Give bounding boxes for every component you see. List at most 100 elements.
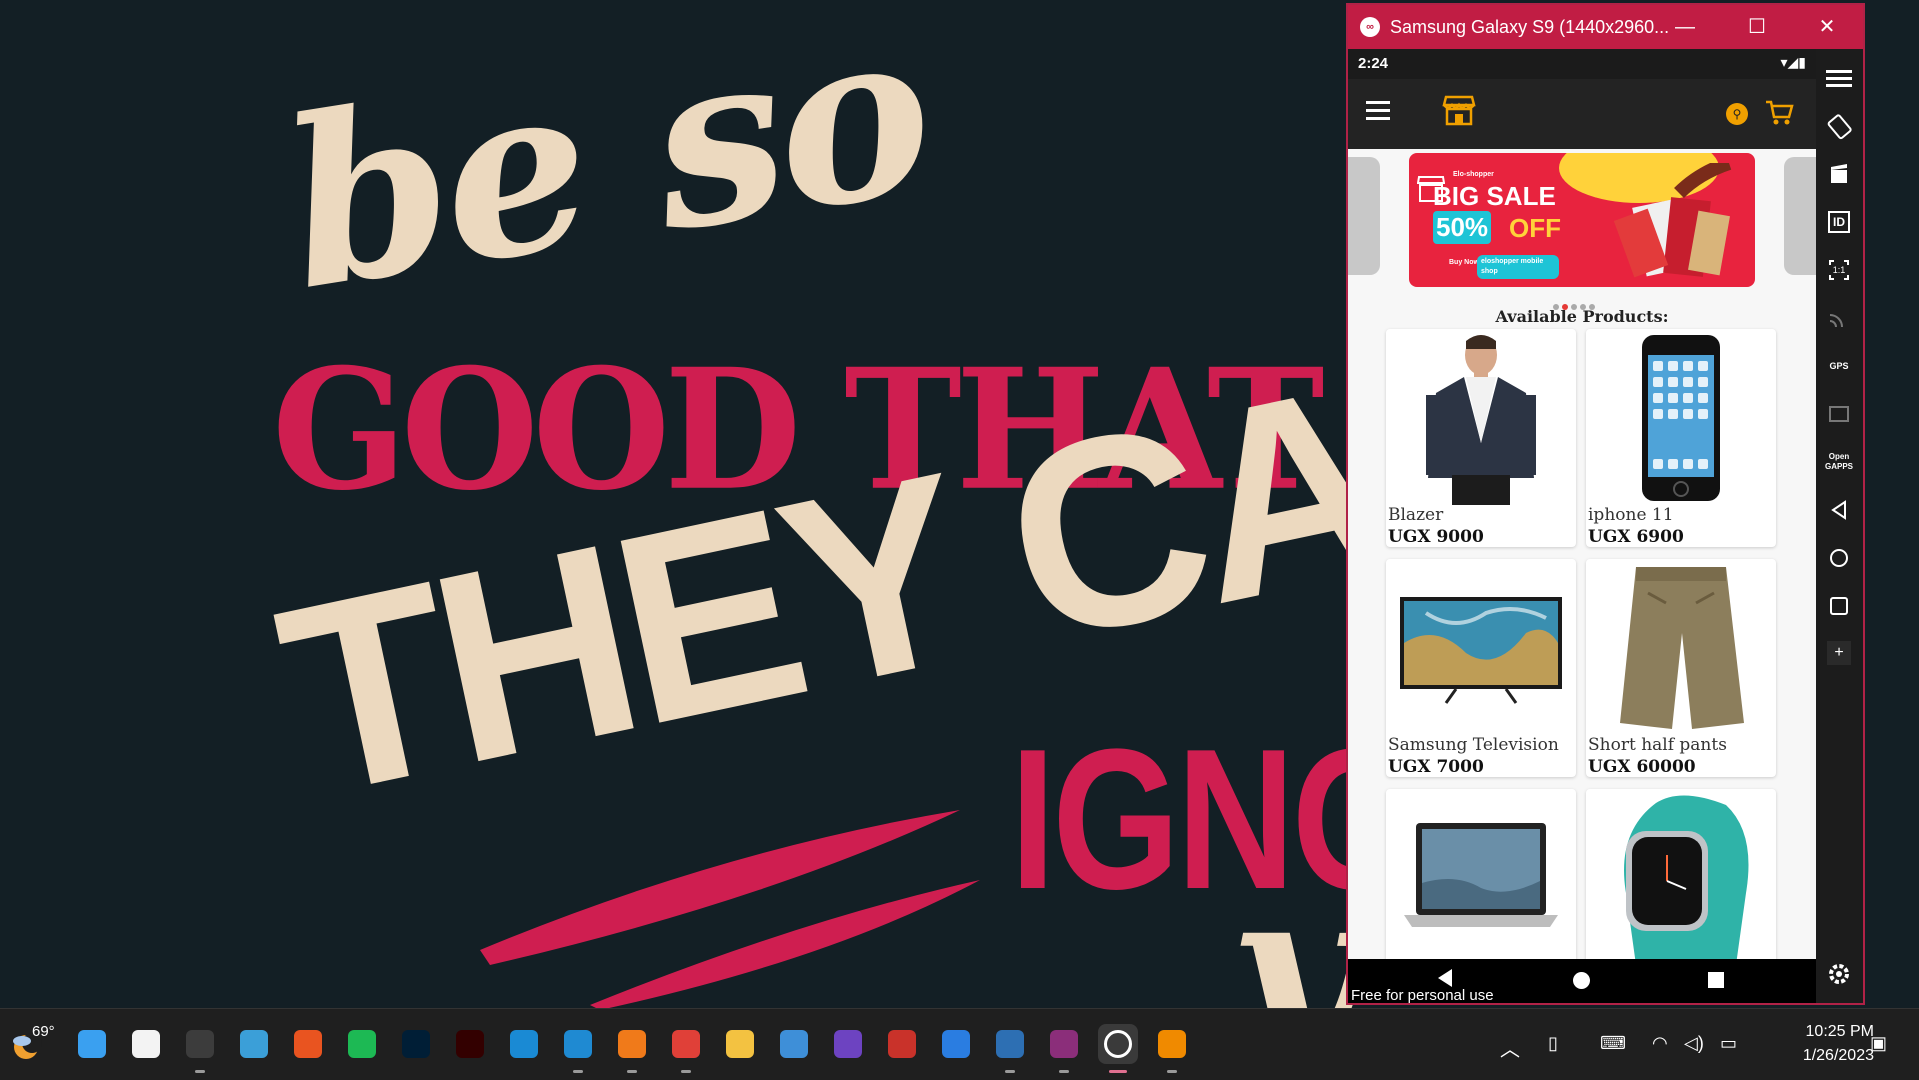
vscode-icon[interactable] xyxy=(558,1024,598,1073)
rotate-icon[interactable] xyxy=(1824,111,1854,141)
spotify-icon[interactable] xyxy=(342,1024,382,1064)
product-price: UGX 6900 xyxy=(1588,527,1684,547)
device-screen[interactable]: 2:24 ▾◢▮ ⚲ Elo-shopper BIG SALE 50% OFF … xyxy=(1348,49,1816,1004)
banner-shop-tag: eloshopper mobile shop xyxy=(1477,255,1559,279)
virtualbox-icon[interactable] xyxy=(990,1024,1030,1073)
vlc-icon[interactable] xyxy=(1152,1024,1192,1073)
watermark-text: Free for personal use xyxy=(1351,987,1494,1004)
sidebar-back-icon[interactable] xyxy=(1824,495,1854,525)
app-bar: ⚲ xyxy=(1348,79,1816,149)
product-name: Samsung Television xyxy=(1388,735,1559,755)
wallpaper-text-line1: be so xyxy=(268,0,944,342)
emulator-titlebar[interactable]: ∞ Samsung Galaxy S9 (1440x2960... — ☐ ✕ xyxy=(1348,5,1863,49)
home-button-icon[interactable] xyxy=(1573,972,1590,989)
product-card-iphone[interactable]: iphone 11 UGX 6900 xyxy=(1586,329,1776,547)
product-name: Short half pants xyxy=(1588,735,1727,755)
clock-date[interactable]: 1/26/2023 xyxy=(1770,1047,1874,1065)
teams-icon[interactable] xyxy=(234,1024,274,1064)
pixel-perfect-icon[interactable]: 1:1 xyxy=(1824,255,1854,285)
tray-overflow-chevron-icon[interactable]: ︿ xyxy=(1500,1033,1520,1062)
edge-icon[interactable] xyxy=(504,1024,544,1064)
emulator-toolbar: ID 1:1 GPS Open GAPPS + xyxy=(1816,49,1863,1003)
android-status-bar: 2:24 ▾◢▮ xyxy=(1348,49,1816,79)
device-id-icon[interactable]: ID xyxy=(1824,207,1854,237)
shopping-bags-image xyxy=(1613,163,1732,278)
media-icon[interactable] xyxy=(1824,399,1854,429)
emulator-window[interactable]: ∞ Samsung Galaxy S9 (1440x2960... — ☐ ✕ … xyxy=(1346,3,1865,1005)
device-id-label: ID xyxy=(1833,215,1845,229)
carousel-indicator xyxy=(1553,297,1613,310)
recent-apps-button-icon[interactable] xyxy=(1708,972,1724,988)
banner-buy-now: Buy Now xyxy=(1449,259,1479,266)
battery-icon[interactable]: ▭ xyxy=(1720,1033,1737,1054)
hamburger-menu-icon[interactable] xyxy=(1366,101,1390,121)
television-image xyxy=(1400,597,1562,704)
status-icons: ▾◢▮ xyxy=(1780,54,1807,70)
wifi-icon[interactable]: ◠ xyxy=(1652,1033,1668,1054)
visual-studio-icon[interactable] xyxy=(828,1024,868,1064)
close-button[interactable]: ✕ xyxy=(1810,13,1844,41)
store-icon[interactable] xyxy=(126,1024,166,1064)
start-icon[interactable] xyxy=(72,1024,112,1064)
ubuntu-icon[interactable] xyxy=(288,1024,328,1064)
clock-time[interactable]: 10:25 PM xyxy=(1778,1023,1874,1041)
banner-off: OFF xyxy=(1509,213,1561,243)
store-logo-icon xyxy=(1442,95,1476,126)
product-card-shorts[interactable]: Short half pants UGX 60000 xyxy=(1586,559,1776,777)
pixel-perfect-label: 1:1 xyxy=(1832,265,1846,275)
carousel-prev-slide[interactable] xyxy=(1348,157,1380,275)
product-card-watch[interactable] xyxy=(1586,789,1776,959)
cart-icon[interactable] xyxy=(1764,99,1794,127)
genymotion-active-icon[interactable] xyxy=(1098,1024,1138,1073)
usb-icon[interactable]: ▯ xyxy=(1548,1033,1558,1054)
psiphon-icon[interactable] xyxy=(882,1024,922,1064)
terminal-icon[interactable] xyxy=(180,1024,220,1073)
status-time: 2:24 xyxy=(1358,55,1389,72)
settings-gear-icon[interactable] xyxy=(1824,959,1854,989)
emulator-title: Samsung Galaxy S9 (1440x2960... xyxy=(1390,17,1670,37)
notification-icon[interactable]: ▣ xyxy=(1870,1033,1887,1054)
blazer-image xyxy=(1426,335,1536,505)
product-list-screen[interactable]: Elo-shopper BIG SALE 50% OFF Buy Now elo… xyxy=(1348,149,1816,959)
windows-taskbar: 69° ︿ ▯ ⌨ ◠ ◁) ▭ 10:25 PM 1/26/2023 ▣ xyxy=(0,1008,1919,1080)
menu-icon[interactable] xyxy=(1824,63,1854,93)
search-button[interactable]: ⚲ xyxy=(1726,103,1748,125)
volume-icon[interactable]: ◁) xyxy=(1684,1033,1704,1054)
product-price: UGX 9000 xyxy=(1388,527,1484,547)
shorts-image xyxy=(1620,567,1744,729)
capture-icon[interactable] xyxy=(1824,159,1854,189)
wallpaper-text-line5: y xyxy=(1230,840,1358,1009)
chrome-icon[interactable] xyxy=(666,1024,706,1073)
sidebar-recent-icon[interactable] xyxy=(1824,591,1854,621)
cast-icon[interactable] xyxy=(1824,303,1854,333)
product-card-television[interactable]: Samsung Television UGX 7000 xyxy=(1386,559,1576,777)
weather-temperature: 69° xyxy=(32,1023,55,1040)
search-tool-icon[interactable] xyxy=(612,1024,652,1073)
iphone-image xyxy=(1642,335,1720,501)
illustrator-icon[interactable] xyxy=(450,1024,490,1064)
product-price: UGX 7000 xyxy=(1388,757,1484,777)
photoshop-icon[interactable] xyxy=(396,1024,436,1064)
todo-icon[interactable] xyxy=(936,1024,976,1064)
laptop-image xyxy=(1404,823,1558,927)
product-card-blazer[interactable]: Blazer UGX 9000 xyxy=(1386,329,1576,547)
back-button-icon[interactable] xyxy=(1438,969,1452,987)
headphones-icon[interactable] xyxy=(774,1024,814,1064)
files-icon[interactable] xyxy=(720,1024,760,1064)
product-name: iphone 11 xyxy=(1588,505,1674,525)
sidebar-home-icon[interactable] xyxy=(1824,543,1854,573)
gps-icon[interactable]: GPS xyxy=(1824,351,1854,381)
open-gapps-icon[interactable]: Open GAPPS xyxy=(1824,447,1854,477)
promo-banner[interactable]: Elo-shopper BIG SALE 50% OFF Buy Now elo… xyxy=(1409,153,1755,287)
product-name: Blazer xyxy=(1388,505,1444,525)
banner-percent: 50% xyxy=(1433,211,1492,244)
android-nav-bar: Free for personal use xyxy=(1348,959,1816,1004)
product-card-laptop[interactable] xyxy=(1386,789,1576,959)
minimize-button[interactable]: — xyxy=(1668,13,1702,41)
maximize-button[interactable]: ☐ xyxy=(1740,13,1774,41)
genymotion-icon[interactable] xyxy=(1044,1024,1084,1073)
keyboard-icon[interactable]: ⌨ xyxy=(1600,1033,1626,1054)
add-tool-button[interactable]: + xyxy=(1827,641,1851,665)
watch-image xyxy=(1624,795,1749,959)
carousel-next-slide[interactable] xyxy=(1784,157,1816,275)
